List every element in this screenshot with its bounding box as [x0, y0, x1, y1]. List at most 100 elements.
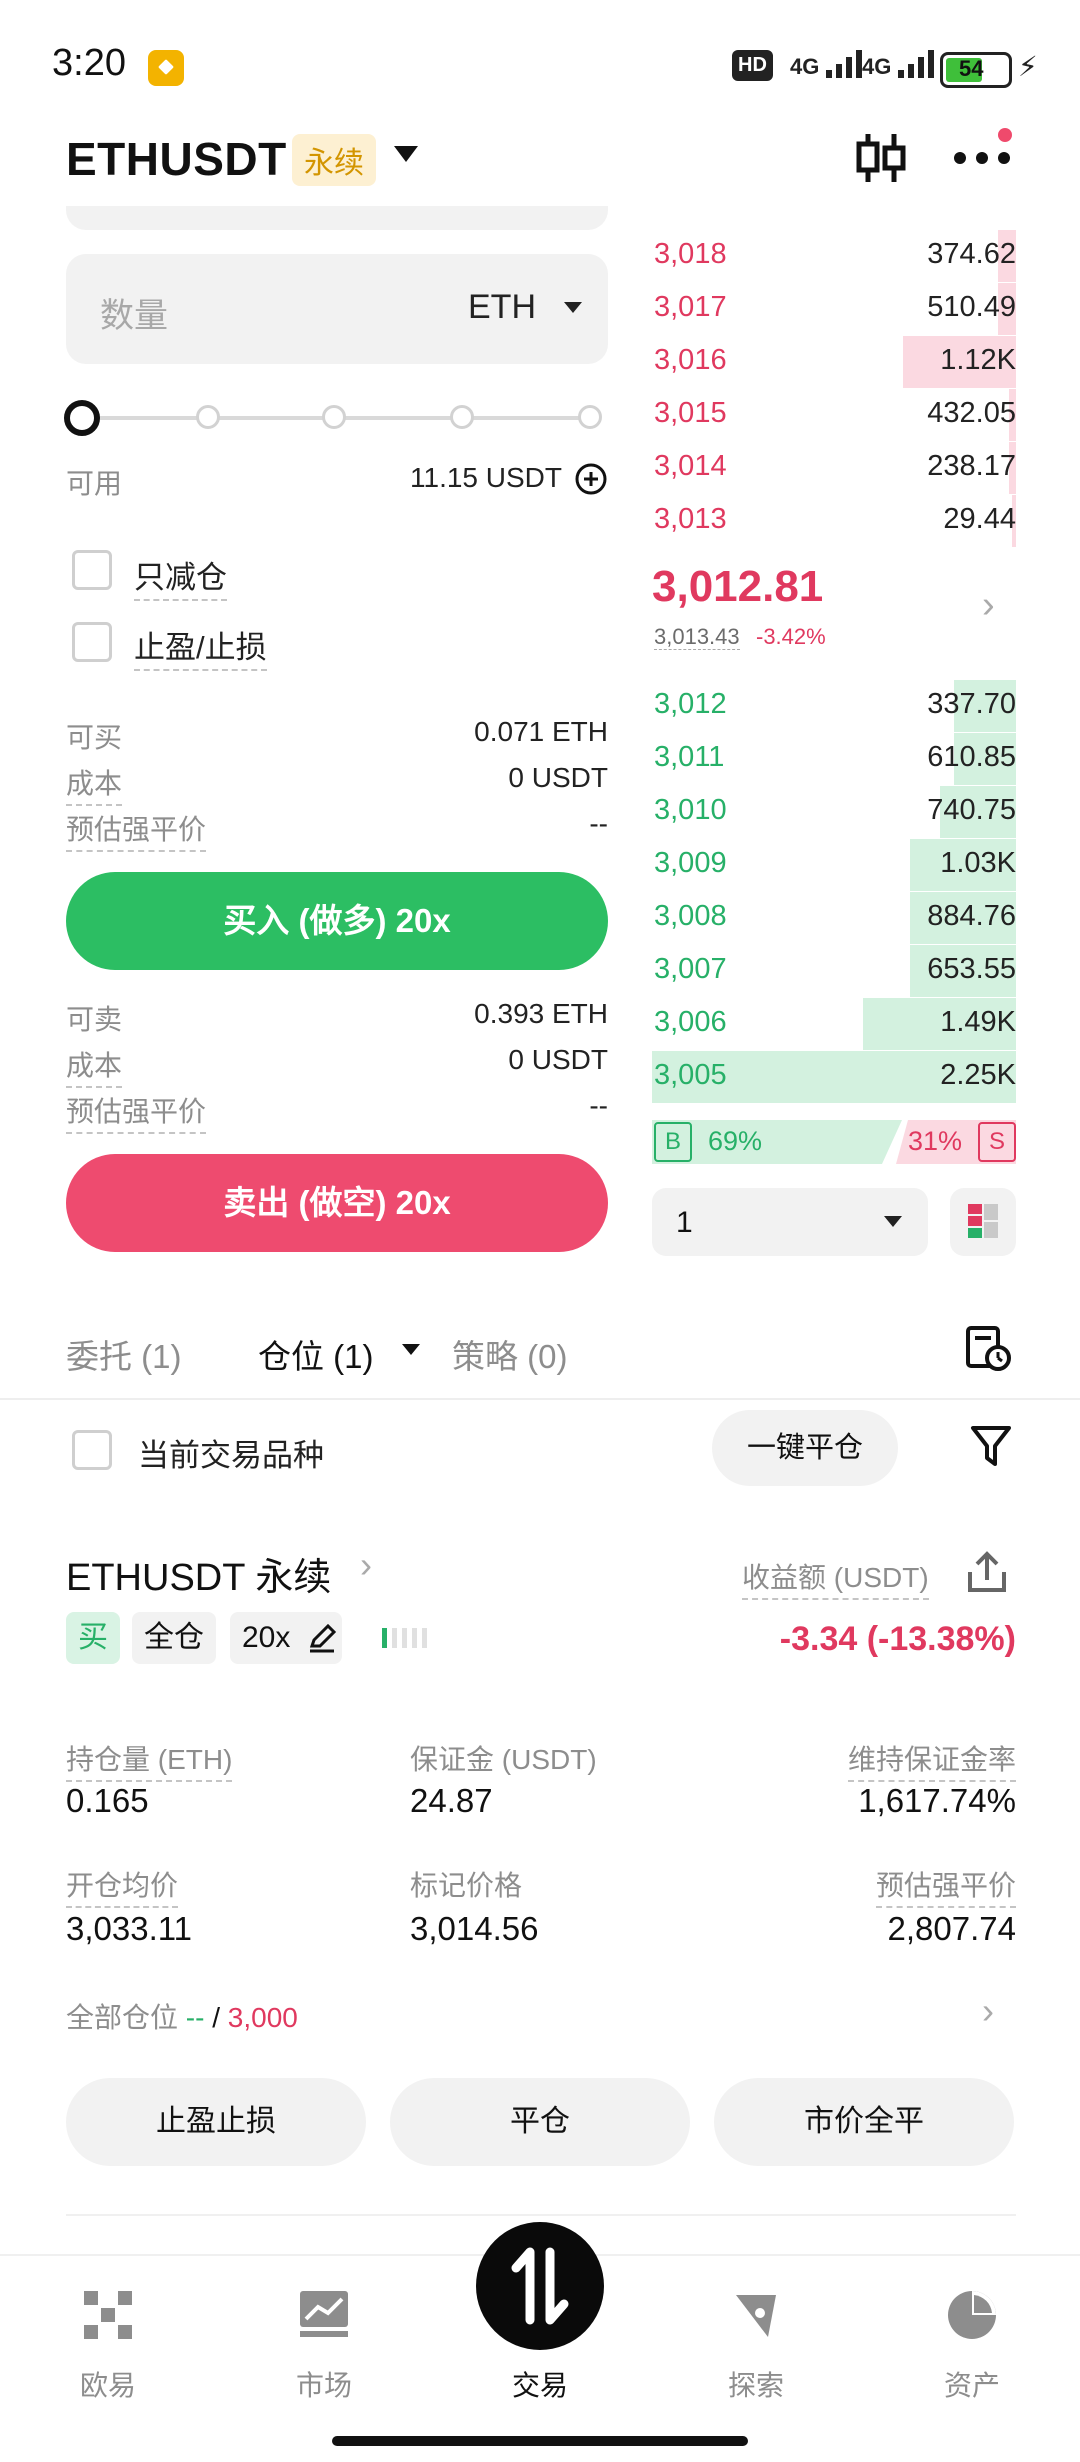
charging-icon: ⚡ [1018, 51, 1038, 82]
market-close-all-button[interactable]: 市价全平 [714, 2078, 1014, 2166]
size-label: 持仓量 (ETH) [66, 1738, 233, 1782]
margin-label: 保证金 (USDT) [410, 1744, 597, 1775]
bid-size: 610.85 [927, 741, 1016, 773]
reduce-only-label: 只减仓 [134, 552, 227, 601]
pair-title[interactable]: ETHUSDT [66, 132, 287, 186]
ask-row[interactable]: 3,017 510.49 [652, 283, 1016, 335]
edit-pencil-icon[interactable] [306, 1622, 338, 1659]
side-tag: 买 [66, 1612, 120, 1664]
buy-long-button[interactable]: 买入 (做多) 20x [66, 872, 608, 970]
reduce-only-checkbox[interactable] [72, 550, 112, 590]
tab-strategies[interactable]: 策略 (0) [452, 1330, 568, 1378]
nav-label-assets[interactable]: 资产 [912, 2364, 1032, 2404]
ask-row[interactable]: 3,018 374.62 [652, 230, 1016, 282]
bid-row[interactable]: 3,008 884.76 [652, 892, 1016, 944]
slider-step-75[interactable] [450, 405, 474, 429]
sell-ratio-value: 31% [907, 1126, 962, 1156]
bid-price: 3,007 [654, 953, 727, 985]
tpsl-checkbox[interactable] [72, 622, 112, 662]
pair-selector-caret-icon[interactable] [394, 146, 418, 162]
nav-label-home[interactable]: 欧易 [48, 2364, 168, 2404]
chevron-right-icon[interactable]: › [982, 584, 995, 627]
buy-ratio-tag: B [654, 1122, 692, 1162]
chevron-down-icon[interactable] [884, 1216, 902, 1227]
network-type-2: 4G [862, 54, 892, 79]
slider-step-50[interactable] [322, 405, 346, 429]
bid-row[interactable]: 3,009 1.03K [652, 839, 1016, 891]
bid-row[interactable]: 3,005 2.25K [652, 1051, 1016, 1103]
tab-positions[interactable]: 仓位 (1) [258, 1330, 374, 1378]
signal-icon-2: 4G [862, 46, 940, 80]
chevron-down-icon[interactable] [564, 302, 582, 313]
ask-size: 510.49 [927, 291, 1016, 323]
available-label: 可用 [66, 468, 123, 499]
bid-row[interactable]: 3,012 337.70 [652, 680, 1016, 732]
ask-price: 3,018 [654, 238, 727, 270]
max-sell-value: 0.393 ETH [474, 998, 608, 1029]
all-positions-label: 全部仓位 [66, 2002, 179, 2033]
market-chart-icon[interactable] [264, 2285, 384, 2345]
liq-price-value: 2,807.74 [887, 1910, 1016, 1947]
signal-icon: 4G [790, 46, 868, 80]
tpsl-button[interactable]: 止盈止损 [66, 2078, 366, 2166]
pnl-label: 收益额 (USDT) [742, 1556, 929, 1600]
chevron-down-icon[interactable] [402, 1344, 420, 1355]
max-buy-label: 可买 [66, 722, 123, 753]
orderbook-layout-icon[interactable] [950, 1188, 1016, 1256]
ask-row[interactable]: 3,013 29.44 [652, 495, 1016, 547]
nav-label-explore[interactable]: 探索 [696, 2364, 816, 2404]
quantity-unit-select[interactable]: ETH [468, 288, 536, 327]
ask-size: 238.17 [927, 450, 1016, 482]
sell-short-button[interactable]: 卖出 (做空) 20x [66, 1154, 608, 1252]
bid-row[interactable]: 3,006 1.49K [652, 998, 1016, 1050]
okx-home-icon[interactable] [48, 2285, 168, 2345]
ask-size: 1.12K [940, 344, 1016, 376]
slider-handle[interactable] [64, 400, 100, 436]
slider-step-25[interactable] [196, 405, 220, 429]
position-title[interactable]: ETHUSDT 永续 [66, 1546, 331, 1601]
chevron-right-icon[interactable]: › [360, 1544, 372, 1586]
bid-row[interactable]: 3,010 740.75 [652, 786, 1016, 838]
all-positions-b: 3,000 [227, 2002, 298, 2033]
pnl-value: -3.34 (-13.38%) [779, 1620, 1016, 1658]
explore-compass-icon[interactable] [696, 2285, 816, 2345]
last-price[interactable]: 3,012.81 [652, 562, 823, 612]
margin-mode-tag[interactable]: 全仓 [132, 1612, 216, 1664]
assets-pie-icon[interactable] [912, 2285, 1032, 2345]
bid-price: 3,008 [654, 900, 727, 932]
bid-size: 1.03K [940, 847, 1016, 879]
bid-size: 2.25K [940, 1059, 1016, 1091]
chevron-right-icon[interactable]: › [982, 1990, 994, 2032]
buy-cost-label: 成本 [66, 762, 123, 806]
all-positions-row[interactable]: 全部仓位 -- / 3,000 [66, 1996, 298, 2036]
close-position-button[interactable]: 平仓 [390, 2078, 690, 2166]
tab-orders[interactable]: 委托 (1) [66, 1330, 182, 1378]
ask-price: 3,015 [654, 397, 727, 429]
home-indicator[interactable] [332, 2436, 748, 2446]
ask-row[interactable]: 3,016 1.12K [652, 336, 1016, 388]
notification-app-icon [148, 50, 184, 86]
nav-label-market[interactable]: 市场 [264, 2364, 384, 2404]
transfer-plus-icon[interactable] [574, 462, 608, 501]
nav-label-trade[interactable]: 交易 [480, 2364, 600, 2404]
candlestick-chart-icon[interactable] [854, 130, 908, 191]
order-history-icon[interactable] [964, 1324, 1012, 1377]
slider-step-100[interactable] [578, 405, 602, 429]
share-icon[interactable] [966, 1550, 1008, 1599]
max-sell-label: 可卖 [66, 1004, 123, 1035]
bid-row[interactable]: 3,011 610.85 [652, 733, 1016, 785]
buy-liq-label: 预估强平价 [66, 808, 207, 852]
bid-row[interactable]: 3,007 653.55 [652, 945, 1016, 997]
bid-price: 3,009 [654, 847, 727, 879]
filter-icon[interactable] [970, 1424, 1012, 1473]
sell-ratio-tag: S [978, 1122, 1016, 1162]
current-symbol-checkbox[interactable] [72, 1430, 112, 1470]
ask-row[interactable]: 3,015 432.05 [652, 389, 1016, 441]
margin-value: 24.87 [410, 1782, 493, 1819]
entry-price-label: 开仓均价 [66, 1864, 179, 1908]
ask-row[interactable]: 3,014 238.17 [652, 442, 1016, 494]
trade-arrows-icon[interactable] [476, 2222, 604, 2350]
close-all-button[interactable]: 一键平仓 [712, 1410, 898, 1486]
mmr-value: 1,617.74% [858, 1782, 1016, 1819]
more-menu-icon[interactable] [952, 150, 1012, 171]
